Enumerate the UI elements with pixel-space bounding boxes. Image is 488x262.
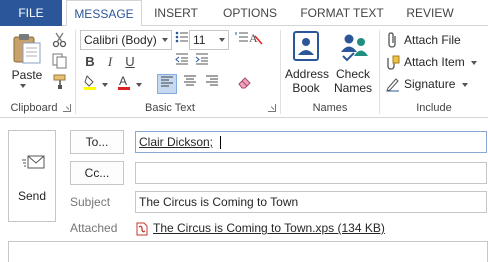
align-right-icon[interactable] [202,74,222,94]
send-label: Send [17,189,47,203]
subject-label: Subject [70,195,111,209]
group-divider [75,30,76,114]
address-book-label-line2: Book [292,81,320,95]
names-group-label: Names [312,102,348,114]
attach-item-button[interactable]: Attach Item [404,52,478,72]
align-left-icon[interactable] [157,74,177,94]
group-divider [280,30,281,114]
signature-icon[interactable] [386,76,400,92]
font-name-combo[interactable]: Calibri (Body) [80,30,172,50]
to-recipient[interactable]: Clair Dickson; [139,135,213,149]
paperclip-icon[interactable] [386,32,400,48]
highlight-dropdown-icon[interactable] [102,83,108,87]
bullets-icon[interactable] [172,30,192,50]
paste-button-label[interactable]: Paste [8,68,46,82]
check-names-button[interactable]: Check Names [332,67,374,95]
ribbon: Paste Clipboard Calibri (Body) 11 A B I … [0,26,488,118]
copy-icon[interactable] [52,53,68,69]
font-size-value: 11 [193,33,206,47]
address-book-button[interactable]: Address Book [285,67,330,95]
attachments-area: The Circus is Coming to Town.xps (134 KB… [135,218,487,240]
chevron-down-icon[interactable] [219,38,225,42]
group-divider [379,30,380,114]
to-button[interactable]: To... [70,130,124,154]
tab-file[interactable]: FILE [0,0,62,26]
attach-item-icon[interactable] [386,54,400,70]
decrease-indent-icon[interactable] [172,52,192,72]
clipboard-launcher-icon[interactable] [63,104,71,112]
attached-label: Attached [70,221,118,235]
cc-field[interactable] [135,162,487,184]
send-button[interactable]: Send [8,130,56,222]
attach-file-button[interactable]: Attach File [404,30,461,50]
underline-icon[interactable]: U [120,52,140,72]
basic-text-group-label: Basic Text [145,102,195,114]
tab-format-text[interactable]: FORMAT TEXT [294,0,390,26]
tab-message[interactable]: MESSAGE [66,0,142,27]
check-names-label-line2: Names [333,81,372,95]
signature-label: Signature [404,77,456,91]
eraser-icon[interactable] [235,74,255,94]
attach-item-label: Attach Item [404,55,465,69]
chevron-down-icon[interactable] [471,60,478,65]
tab-options[interactable]: OPTIONS [212,0,288,26]
clipboard-group-label: Clipboard [10,102,58,114]
to-field[interactable]: Clair Dickson; [135,131,487,153]
chevron-down-icon[interactable] [162,38,168,42]
align-center-icon[interactable] [180,74,200,94]
include-group-label: Include [416,102,452,114]
signature-button[interactable]: Signature [404,74,468,94]
increase-indent-icon[interactable] [192,52,212,72]
font-color-icon[interactable]: A [114,74,134,94]
address-book-icon[interactable] [289,30,323,62]
font-size-combo[interactable]: 11 [189,30,229,50]
check-names-icon[interactable] [337,30,371,62]
format-painter-icon[interactable] [52,74,68,90]
check-names-label-line1: Check [335,67,370,81]
font-color-dropdown-icon[interactable] [136,83,142,87]
cut-icon[interactable] [52,32,68,48]
tab-insert[interactable]: INSERT [146,0,206,26]
paste-dropdown-icon[interactable] [20,84,26,88]
highlight-icon[interactable] [80,74,100,94]
attachment-link[interactable]: The Circus is Coming to Town.xps (134 KB… [153,221,385,235]
svg-text:A: A [119,74,127,88]
message-header: Send To... Clair Dickson; Cc... Subject … [0,119,488,262]
address-book-label-line1: Address [285,67,330,81]
text-cursor [220,136,222,150]
clear-formatting-icon[interactable]: A [245,30,265,50]
font-name-value: Calibri (Body) [84,33,157,47]
subject-field[interactable]: The Circus is Coming to Town [135,191,487,213]
message-body[interactable] [8,241,488,262]
tab-review[interactable]: REVIEW [396,0,464,26]
basic-text-launcher-icon[interactable] [268,104,276,112]
send-envelope-icon [22,153,46,173]
italic-icon[interactable]: I [100,52,120,72]
cc-button[interactable]: Cc... [70,161,124,185]
xps-file-icon [135,222,149,236]
paste-icon[interactable] [10,32,44,66]
chevron-down-icon[interactable] [461,82,468,87]
bold-icon[interactable]: B [80,52,100,72]
ribbon-tab-bar: FILE MESSAGE INSERT OPTIONS FORMAT TEXT … [0,0,488,27]
